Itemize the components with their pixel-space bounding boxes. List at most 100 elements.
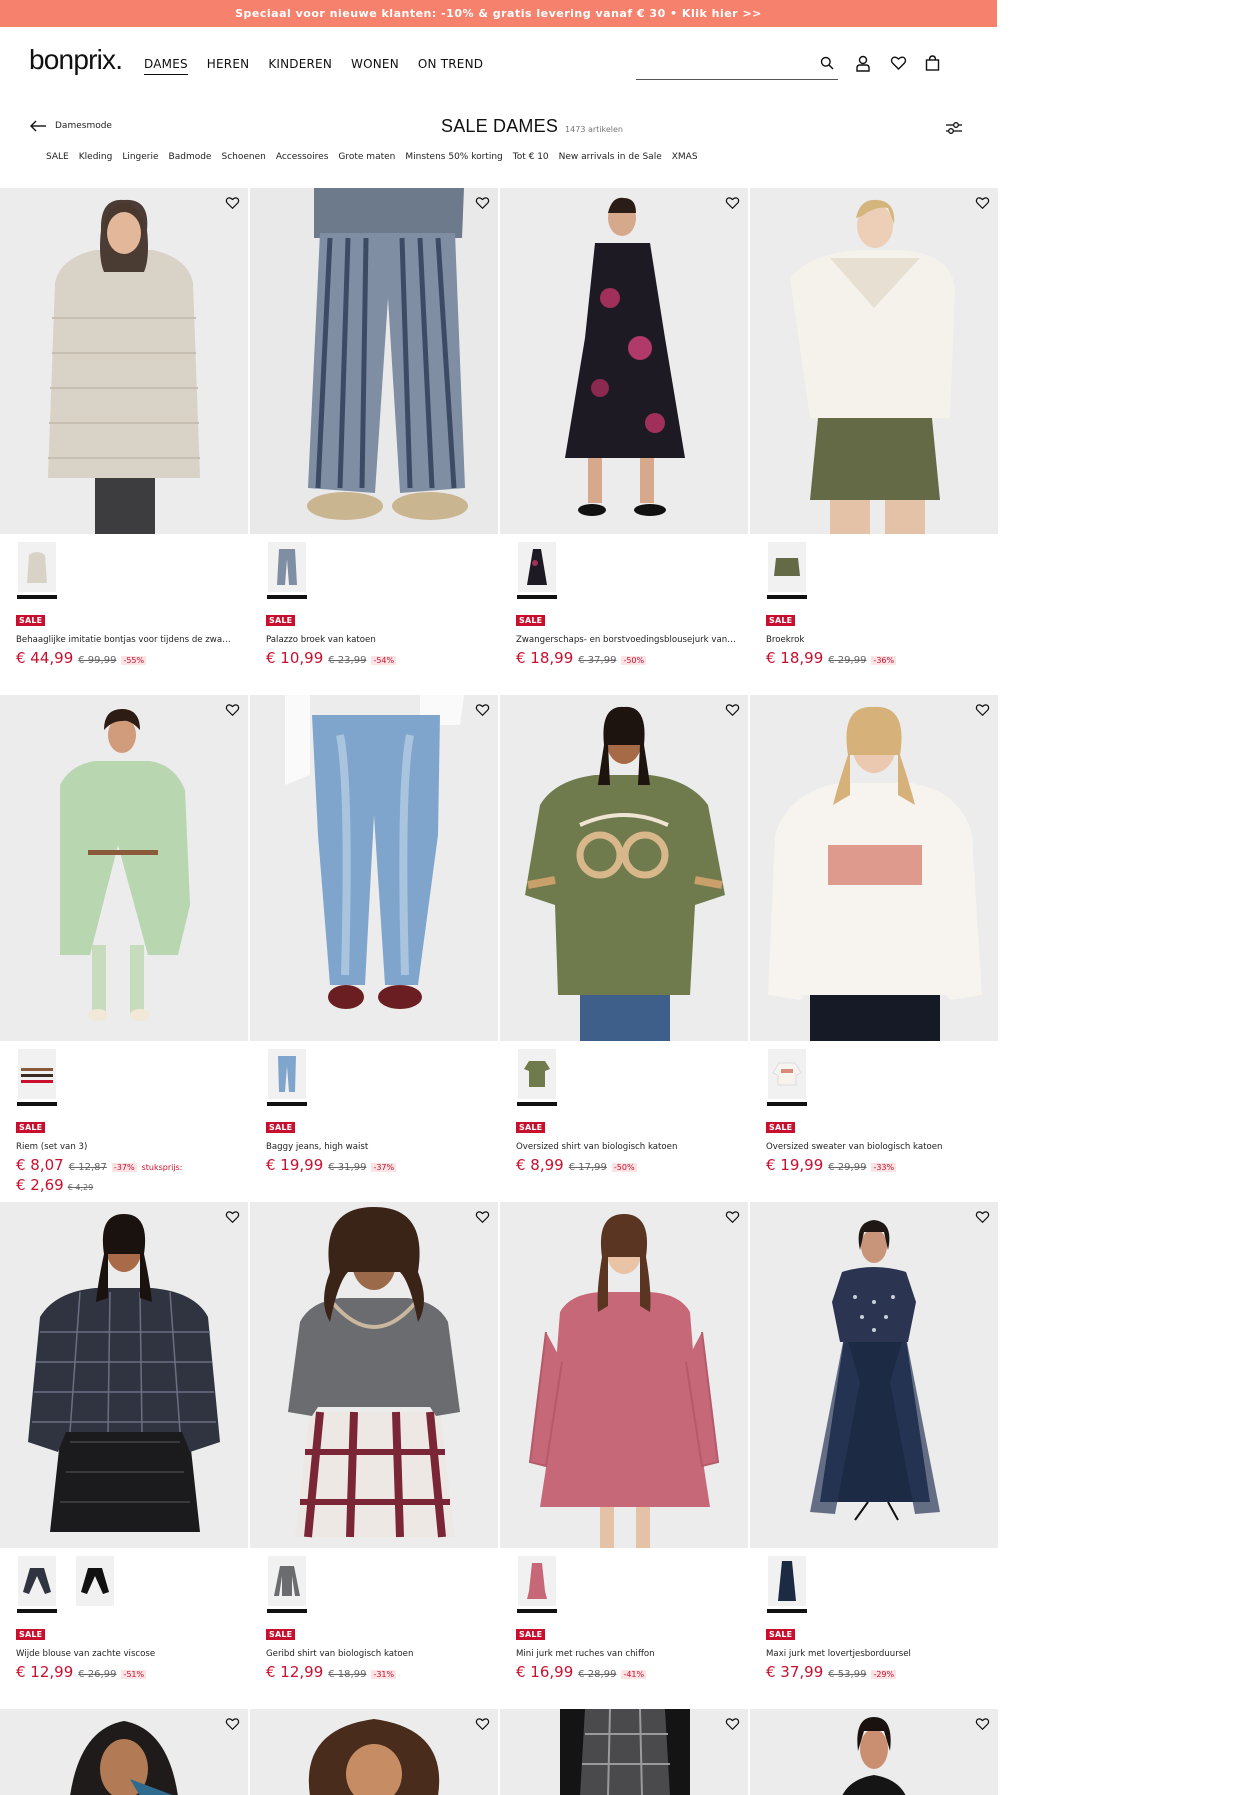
product-name[interactable]: Mini jurk met ruches van chiffon (516, 1649, 736, 1659)
heart-icon[interactable] (475, 196, 490, 210)
product-image[interactable] (0, 1709, 248, 1795)
color-swatch[interactable] (17, 1049, 57, 1106)
heart-icon[interactable] (225, 1717, 240, 1731)
promo-banner[interactable]: Speciaal voor nieuwe klanten: -10% & gra… (0, 0, 997, 27)
category-link[interactable]: Grote maten (338, 152, 395, 162)
product-image[interactable] (500, 695, 748, 1041)
product-image[interactable] (750, 1202, 998, 1548)
user-icon[interactable] (855, 55, 871, 72)
product-image[interactable] (0, 695, 248, 1041)
category-link[interactable]: SALE (46, 152, 69, 162)
product-card[interactable]: SALE Maxi jurk met lovertjesborduursel €… (750, 1202, 998, 1709)
shopping-bag-icon[interactable] (925, 55, 940, 71)
heart-icon[interactable] (975, 1717, 990, 1731)
category-link[interactable]: Lingerie (122, 152, 158, 162)
product-card[interactable] (0, 1709, 248, 1795)
nav-item-kinderen[interactable]: KINDEREN (268, 57, 332, 75)
product-name[interactable]: Oversized sweater van biologisch katoen (766, 1142, 986, 1152)
category-link[interactable]: New arrivals in de Sale (559, 152, 662, 162)
color-swatch[interactable] (767, 542, 807, 599)
color-swatch[interactable] (767, 1049, 807, 1106)
product-card[interactable] (500, 1709, 748, 1795)
logo[interactable]: bonprix. (29, 44, 123, 76)
heart-icon[interactable] (725, 1717, 740, 1731)
product-image[interactable] (500, 1709, 748, 1795)
back-link[interactable]: Damesmode (30, 120, 112, 132)
color-swatch[interactable] (17, 1556, 57, 1613)
heart-icon[interactable] (725, 1210, 740, 1224)
category-link[interactable]: Tot € 10 (513, 152, 549, 162)
category-link[interactable]: Accessoires (276, 152, 329, 162)
sale-badge: SALE (516, 615, 546, 626)
product-card[interactable]: SALE Geribd shirt van biologisch katoen … (250, 1202, 498, 1709)
nav-item-heren[interactable]: HEREN (207, 57, 250, 75)
heart-icon[interactable] (225, 1210, 240, 1224)
product-card[interactable]: SALE Palazzo broek van katoen € 10,99 € … (250, 188, 498, 695)
color-swatch[interactable] (517, 1556, 557, 1613)
color-swatch[interactable] (267, 1049, 307, 1106)
product-name[interactable]: Wijde blouse van zachte viscose (16, 1649, 236, 1659)
product-image[interactable] (0, 188, 248, 534)
product-card[interactable]: SALE Wijde blouse van zachte viscose € 1… (0, 1202, 248, 1709)
color-swatch[interactable] (75, 1556, 115, 1613)
product-card[interactable]: SALE Broekrok € 18,99 € 29,99 -36% (750, 188, 998, 695)
category-link[interactable]: Kleding (79, 152, 113, 162)
heart-icon[interactable] (225, 196, 240, 210)
product-card[interactable]: SALE Oversized sweater van biologisch ka… (750, 695, 998, 1202)
product-card[interactable]: SALE Oversized shirt van biologisch kato… (500, 695, 748, 1202)
nav-item-on-trend[interactable]: ON TREND (418, 57, 483, 75)
product-name[interactable]: Baggy jeans, high waist (266, 1142, 486, 1152)
color-swatch[interactable] (267, 1556, 307, 1613)
product-name[interactable]: Behaaglijke imitatie bontjas voor tijden… (16, 635, 236, 645)
search-input[interactable] (636, 50, 811, 76)
color-swatch[interactable] (267, 542, 307, 599)
product-image[interactable] (250, 695, 498, 1041)
heart-icon[interactable] (475, 1210, 490, 1224)
color-swatch[interactable] (517, 542, 557, 599)
product-name[interactable]: Oversized shirt van biologisch katoen (516, 1142, 736, 1152)
heart-icon[interactable] (725, 703, 740, 717)
product-image[interactable] (750, 1709, 998, 1795)
product-image[interactable] (0, 1202, 248, 1548)
product-image[interactable] (250, 1709, 498, 1795)
color-swatch[interactable] (517, 1049, 557, 1106)
category-link[interactable]: Minstens 50% korting (405, 152, 502, 162)
heart-icon[interactable] (725, 196, 740, 210)
wishlist-heart-icon[interactable] (890, 55, 907, 71)
product-card[interactable]: SALE Baggy jeans, high waist € 19,99 € 3… (250, 695, 498, 1202)
product-name[interactable]: Maxi jurk met lovertjesborduursel (766, 1649, 986, 1659)
product-image[interactable] (750, 695, 998, 1041)
color-swatch[interactable] (17, 542, 57, 599)
color-swatch[interactable] (767, 1556, 807, 1613)
product-card[interactable]: SALE Zwangerschaps- en borstvoedingsblou… (500, 188, 748, 695)
heart-icon[interactable] (475, 1717, 490, 1731)
product-name[interactable]: Geribd shirt van biologisch katoen (266, 1649, 486, 1659)
product-name[interactable]: Zwangerschaps- en borstvoedingsblousejur… (516, 635, 736, 645)
filter-sliders-icon[interactable] (945, 120, 963, 136)
product-card[interactable]: SALE Riem (set van 3) € 8,07 € 12,87 -37… (0, 695, 248, 1202)
old-price: € 26,99 (78, 1669, 117, 1680)
heart-icon[interactable] (975, 703, 990, 717)
category-link[interactable]: Schoenen (221, 152, 265, 162)
product-image[interactable] (500, 188, 748, 534)
heart-icon[interactable] (975, 1210, 990, 1224)
product-card[interactable]: SALE Behaaglijke imitatie bontjas voor t… (0, 188, 248, 695)
product-image[interactable] (250, 188, 498, 534)
product-name[interactable]: Palazzo broek van katoen (266, 635, 486, 645)
product-card[interactable] (250, 1709, 498, 1795)
category-link[interactable]: XMAS (672, 152, 698, 162)
product-image[interactable] (750, 188, 998, 534)
heart-icon[interactable] (475, 703, 490, 717)
product-image[interactable] (250, 1202, 498, 1548)
product-card[interactable] (750, 1709, 998, 1795)
search-icon[interactable] (820, 56, 834, 70)
heart-icon[interactable] (225, 703, 240, 717)
heart-icon[interactable] (975, 196, 990, 210)
product-name[interactable]: Broekrok (766, 635, 986, 645)
product-card[interactable]: SALE Mini jurk met ruches van chiffon € … (500, 1202, 748, 1709)
product-name[interactable]: Riem (set van 3) (16, 1142, 236, 1152)
nav-item-dames[interactable]: DAMES (144, 57, 188, 75)
product-image[interactable] (500, 1202, 748, 1548)
nav-item-wonen[interactable]: WONEN (351, 57, 399, 75)
category-link[interactable]: Badmode (169, 152, 212, 162)
